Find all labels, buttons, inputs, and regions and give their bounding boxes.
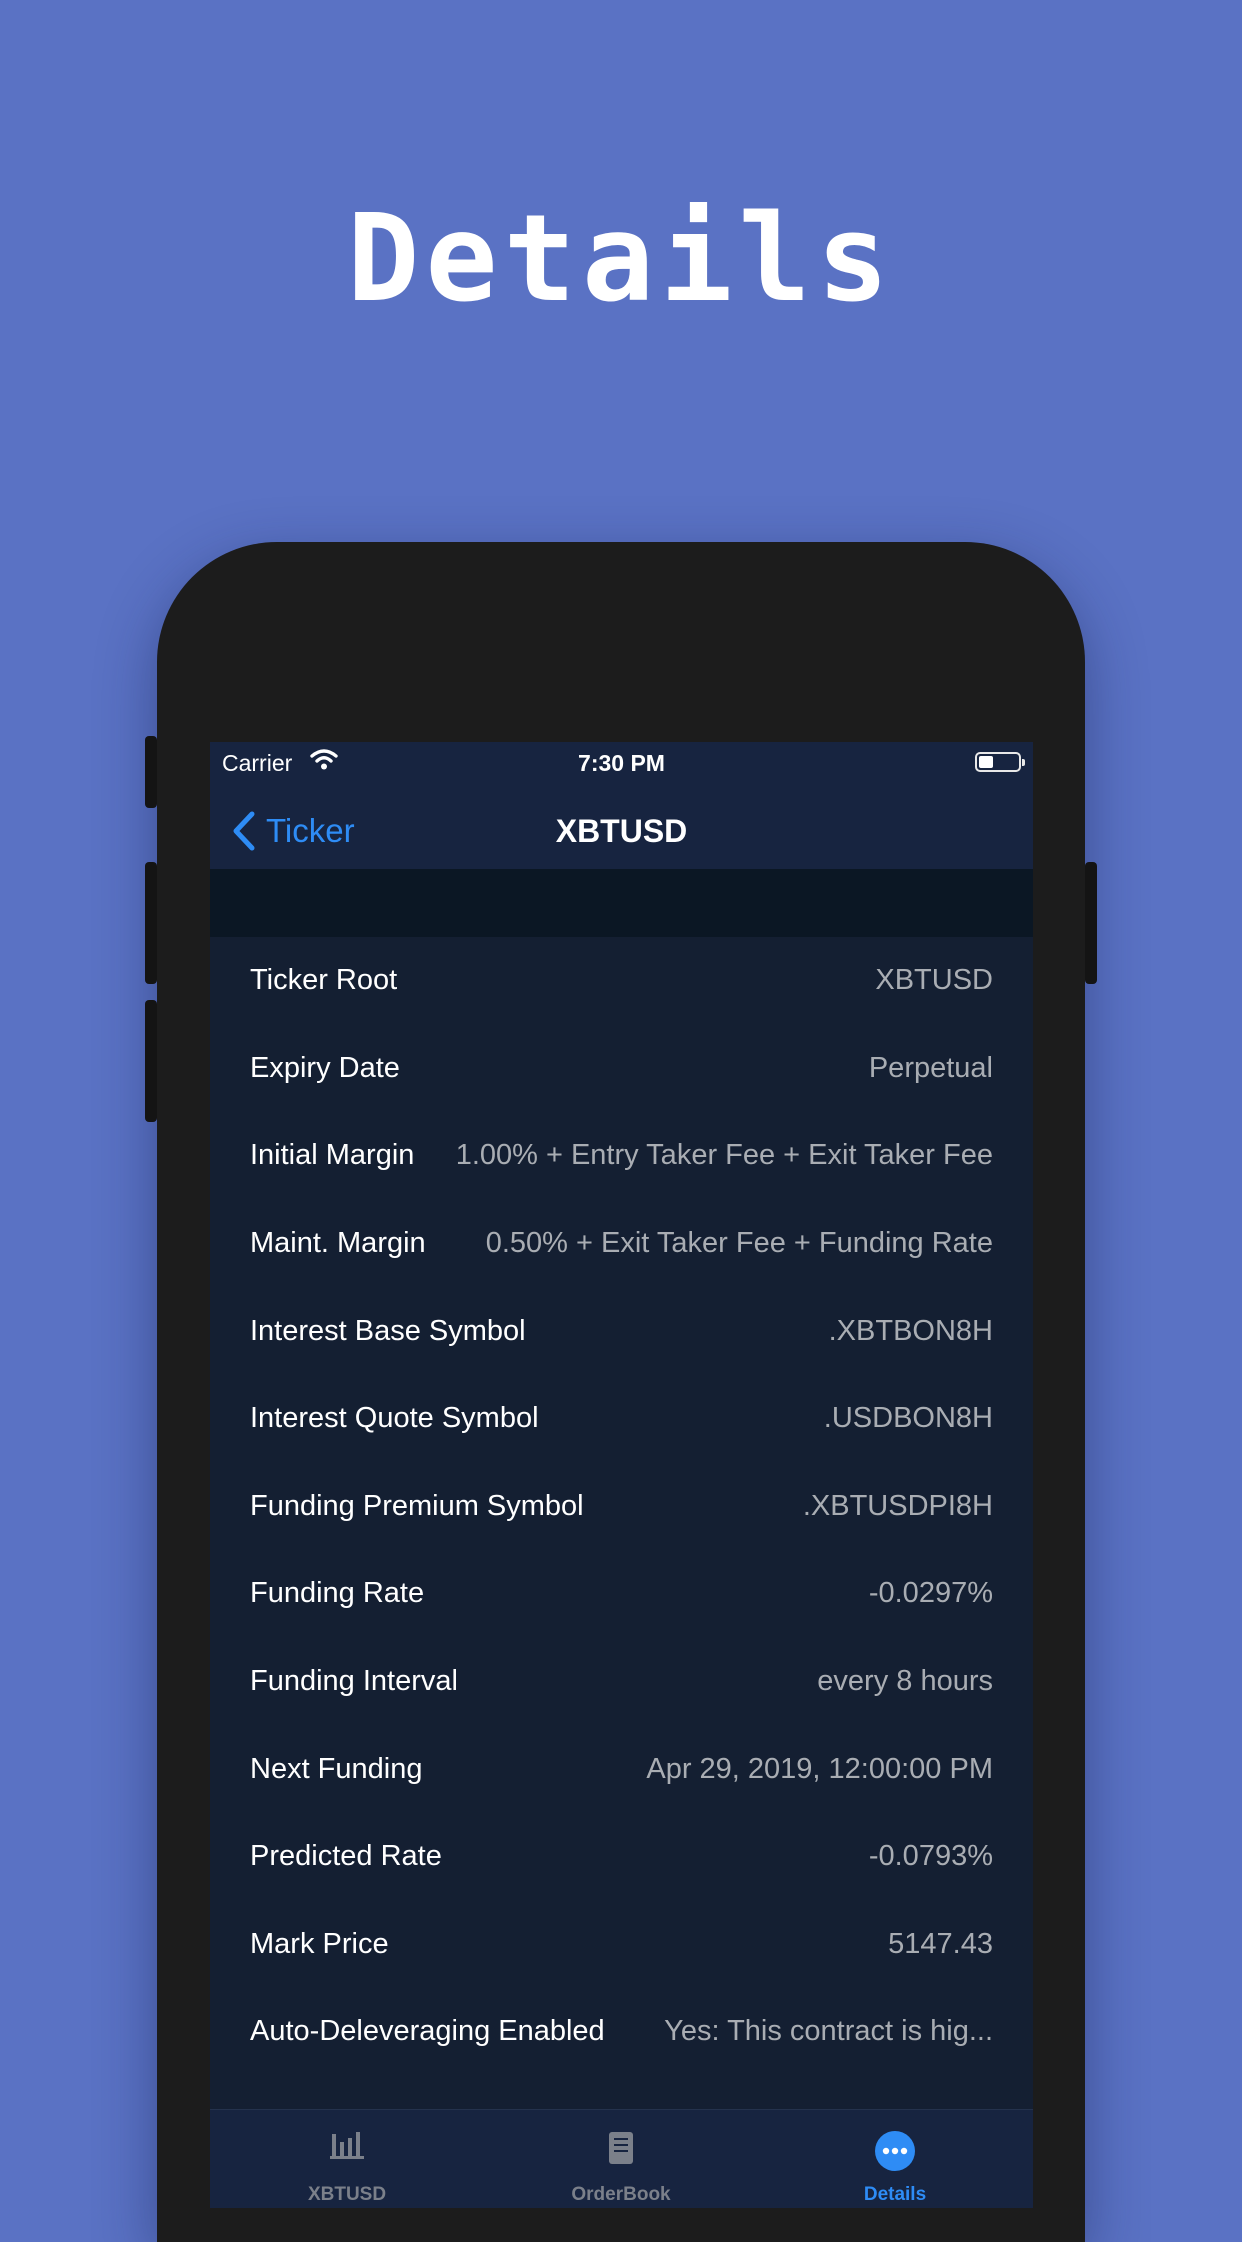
detail-value: .XBTBON8H: [828, 1314, 993, 1347]
detail-label: Predicted Rate: [250, 1840, 442, 1873]
detail-label: Auto-Deleveraging Enabled: [250, 2015, 605, 2048]
tab-label: XBTUSD: [307, 2184, 387, 2205]
detail-value: Yes: This contract is hig...: [664, 2015, 993, 2048]
detail-row[interactable]: Auto-Deleveraging Enabled Yes: This contr…: [210, 1988, 1033, 2076]
tab-xbtusd[interactable]: XBTUSD: [210, 2110, 484, 2208]
tab-details[interactable]: Details: [758, 2110, 1032, 2208]
detail-value: 5147.43: [888, 1927, 993, 1960]
detail-label: Next Funding: [250, 1752, 423, 1785]
detail-value: Apr 29, 2019, 12:00:00 PM: [646, 1752, 993, 1785]
more-dots-icon: [875, 2131, 915, 2171]
detail-row: Funding Interval every 8 hours: [210, 1638, 1033, 1726]
detail-value: 1.00% + Entry Taker Fee + Exit Taker Fee: [455, 1139, 993, 1172]
book-icon: [609, 2132, 633, 2164]
detail-row: Ticker Root XBTUSD: [210, 937, 1033, 1025]
detail-value: XBTUSD: [875, 964, 993, 997]
detail-value: Perpetual: [868, 1051, 993, 1084]
navigation-bar: Carrier 7:30 PM Ticker XBTUSD: [210, 742, 1033, 869]
detail-row: Initial Margin 1.00% + Entry Taker Fee + …: [210, 1112, 1033, 1200]
detail-row: Expiry Date Perpetual: [210, 1025, 1033, 1113]
volume-up-button: [145, 862, 157, 984]
detail-row: Interest Quote Symbol .USDBON8H: [210, 1375, 1033, 1463]
detail-value: -0.0297%: [868, 1577, 993, 1610]
detail-row: Funding Rate -0.0297%: [210, 1550, 1033, 1638]
mute-switch: [145, 736, 157, 808]
detail-label: Ticker Root: [250, 964, 398, 997]
tab-label: OrderBook: [571, 2184, 671, 2205]
section-header: [210, 869, 1033, 937]
tab-bar: XBTUSD OrderBook Details: [210, 2109, 1033, 2208]
detail-value: -0.0793%: [868, 1840, 993, 1873]
volume-down-button: [145, 1000, 157, 1122]
app-screen: Carrier 7:30 PM Ticker XBTUSD Ticker Roo…: [210, 742, 1033, 2208]
detail-label: Mark Price: [250, 1927, 389, 1960]
detail-value: 0.50% + Exit Taker Fee + Funding Rate: [485, 1227, 993, 1260]
chart-bars-icon: [330, 2132, 364, 2159]
detail-label: Funding Premium Symbol: [250, 1489, 584, 1522]
detail-value: every 8 hours: [817, 1665, 993, 1698]
power-button: [1085, 862, 1097, 984]
battery-icon: [975, 752, 1025, 772]
detail-label: Funding Interval: [250, 1665, 458, 1698]
page-headline: Details: [347, 190, 895, 329]
detail-value: .USDBON8H: [823, 1402, 993, 1435]
detail-label: Initial Margin: [250, 1139, 415, 1172]
detail-label: Maint. Margin: [250, 1227, 426, 1260]
detail-row: Funding Premium Symbol .XBTUSDPI8H: [210, 1463, 1033, 1551]
detail-row: Maint. Margin 0.50% + Exit Taker Fee + Fu…: [210, 1200, 1033, 1288]
detail-row: Predicted Rate -0.0793%: [210, 1813, 1033, 1901]
nav-title: XBTUSD: [555, 813, 688, 849]
detail-value: .XBTUSDPI8H: [802, 1489, 993, 1522]
details-list: Ticker Root XBTUSD Expiry Date Perpetual I…: [210, 937, 1033, 2076]
detail-row: Mark Price 5147.43: [210, 1901, 1033, 1989]
tab-orderbook[interactable]: OrderBook: [484, 2110, 758, 2208]
status-time: 7:30 PM: [578, 750, 665, 776]
detail-label: Interest Base Symbol: [250, 1314, 526, 1347]
detail-row: Next Funding Apr 29, 2019, 12:00:00 PM: [210, 1725, 1033, 1813]
detail-label: Interest Quote Symbol: [250, 1402, 539, 1435]
detail-label: Funding Rate: [250, 1577, 425, 1610]
detail-label: Expiry Date: [250, 1051, 400, 1084]
detail-row: Interest Base Symbol .XBTBON8H: [210, 1287, 1033, 1375]
status-bar: Carrier 7:30 PM: [210, 742, 1033, 784]
tab-label: Details: [863, 2184, 927, 2205]
